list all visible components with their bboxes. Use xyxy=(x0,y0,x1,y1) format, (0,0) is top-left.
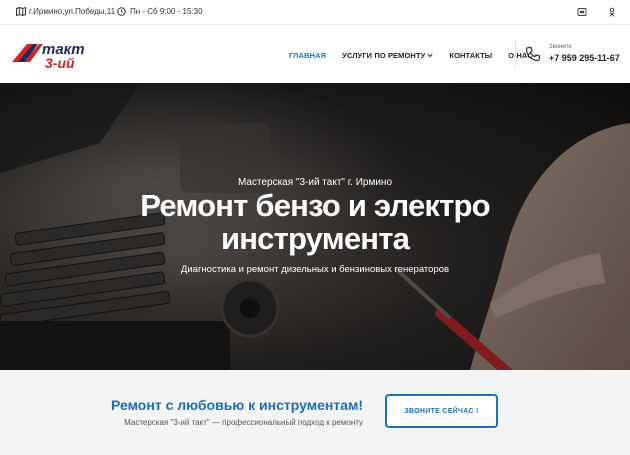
address[interactable]: г.Ирмино,ул.Победы,11 xyxy=(16,7,115,16)
hero-banner: Мастерская "3-ий такт" г. Ирмино Ремонт … xyxy=(0,83,630,370)
main-nav: ГЛАВНАЯ УСЛУГИ ПО РЕМОНТУ КОНТАКТЫ О НАС xyxy=(289,51,549,60)
divider xyxy=(515,41,516,67)
nav-item-label: УСЛУГИ ПО РЕМОНТУ xyxy=(342,51,426,60)
odnoklassniki-icon[interactable] xyxy=(607,7,617,17)
nav-item-services[interactable]: УСЛУГИ ПО РЕМОНТУ xyxy=(342,51,433,60)
hero-eyebrow: Мастерская "3-ий такт" г. Ирмино xyxy=(237,177,393,188)
nav-item-contacts[interactable]: КОНТАКТЫ xyxy=(449,51,492,60)
hours-text: Пн - Сб 9:00 - 15:30 xyxy=(130,7,203,16)
cta-text: Мастерская "3-ий такт" — профессиональны… xyxy=(124,418,363,427)
logo[interactable]: такт 3-ий xyxy=(12,38,98,71)
site-header: такт 3-ий ГЛАВНАЯ УСЛУГИ ПО РЕМОНТУ КОНТ… xyxy=(0,25,630,83)
logo-graphic: такт 3-ий xyxy=(12,41,85,71)
hero-title-line-1: Ремонт бензо и электро xyxy=(140,188,490,223)
top-bar: г.Ирмино,ул.Победы,11 Пн - Сб 9:00 - 15:… xyxy=(0,0,630,25)
clock-icon xyxy=(117,7,126,16)
header-phone[interactable]: Звоните +7 959 295-11-67 xyxy=(515,37,625,71)
nav-item-label: КОНТАКТЫ xyxy=(449,51,493,60)
phone-number[interactable]: +7 959 295-11-67 xyxy=(549,53,620,63)
hero-title-line-2: инструмента xyxy=(220,221,410,256)
cta-section: Ремонт с любовью к инструментам! Мастерс… xyxy=(0,370,630,455)
nav-item-home[interactable]: ГЛАВНАЯ xyxy=(289,51,326,60)
hero-title: Ремонт бензо и электро инструмента xyxy=(0,189,630,255)
call-now-button[interactable]: ЗВОНИТЕ СЕЙЧАС ! xyxy=(385,394,498,428)
opening-hours: Пн - Сб 9:00 - 15:30 xyxy=(117,7,203,16)
phone-caption: Звоните xyxy=(549,44,572,50)
chevron-down-icon xyxy=(427,53,433,58)
hero-subtitle: Диагностика и ремонт дизельных и бензино… xyxy=(180,264,450,275)
map-icon xyxy=(16,7,26,16)
address-text: г.Ирмино,ул.Победы,11 xyxy=(29,7,116,16)
vk-icon[interactable] xyxy=(577,7,587,17)
svg-text:3-ий: 3-ий xyxy=(45,55,75,70)
cta-heading: Ремонт с любовью к инструментам! xyxy=(111,397,363,413)
phone-icon xyxy=(525,46,541,62)
nav-item-label: ГЛАВНАЯ xyxy=(289,51,327,60)
